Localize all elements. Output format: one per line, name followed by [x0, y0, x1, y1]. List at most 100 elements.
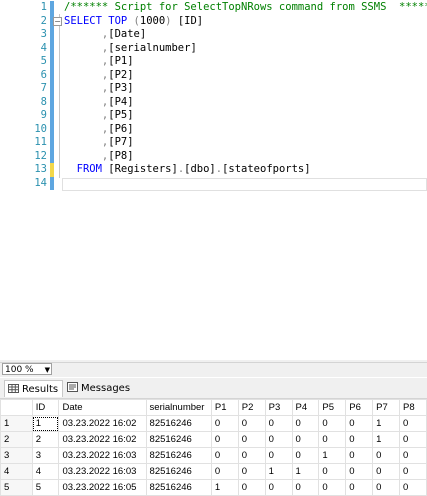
row-number-cell[interactable]: 1 [0, 415, 33, 432]
table-cell[interactable]: 82516246 [145, 415, 212, 432]
table-cell[interactable]: 03.23.2022 16:02 [58, 431, 147, 448]
table-cell[interactable]: 0 [345, 447, 374, 464]
row-number-cell[interactable]: 2 [0, 431, 33, 448]
code-line[interactable]: 8 ,[P4] [0, 95, 427, 109]
table-cell[interactable]: 0 [345, 479, 374, 496]
table-cell[interactable]: 82516246 [145, 463, 212, 480]
code-line[interactable]: 13 FROM [Registers].[dbo].[stateofports] [0, 163, 427, 177]
column-header[interactable]: P5 [318, 399, 347, 416]
query-editor[interactable]: 1 /****** Script for SelectTopNRows comma… [0, 0, 427, 360]
table-cell[interactable]: 0 [210, 415, 239, 432]
table-cell[interactable]: 03.23.2022 16:03 [58, 463, 147, 480]
column-header[interactable]: P1 [210, 399, 239, 416]
code-line[interactable]: 1 /****** Script for SelectTopNRows comma… [0, 1, 427, 15]
table-cell[interactable]: 0 [399, 447, 427, 464]
tab-messages[interactable]: Messages [64, 380, 134, 397]
table-cell[interactable]: 1 [210, 479, 239, 496]
code-line[interactable]: 11 ,[P7] [0, 136, 427, 150]
code-line[interactable]: 6 ,[P2] [0, 68, 427, 82]
table-cell[interactable]: 0 [210, 431, 239, 448]
column-header[interactable]: P6 [345, 399, 374, 416]
table-cell[interactable]: 0 [399, 415, 427, 432]
table-cell[interactable]: 0 [291, 479, 320, 496]
table-cell[interactable]: 3 [31, 447, 60, 464]
table-cell[interactable]: 4 [31, 463, 60, 480]
table-cell[interactable]: 03.23.2022 16:05 [58, 479, 147, 496]
code-line[interactable]: 2− SELECT TOP (1000) [ID] [0, 14, 427, 28]
table-cell[interactable]: 5 [31, 479, 60, 496]
column-header[interactable]: ID [31, 399, 60, 416]
table-cell[interactable]: 0 [318, 431, 347, 448]
table-cell[interactable]: 0 [399, 479, 427, 496]
table-cell[interactable]: 03.23.2022 16:02 [58, 415, 147, 432]
code-line[interactable]: 3 ,[Date] [0, 28, 427, 42]
table-cell[interactable]: 0 [399, 463, 427, 480]
table-row[interactable]: 1 1 03.23.2022 16:02 82516246 0 0 0 0 0 0 1 0 [0, 415, 427, 432]
results-grid[interactable]: ID Date serialnumber P1 P2 P3 P4 P5 P6 P7 P8 1 1 03.… [0, 399, 427, 496]
table-cell[interactable]: 0 [318, 479, 347, 496]
table-cell[interactable]: 0 [372, 447, 401, 464]
column-header[interactable]: serialnumber [145, 399, 212, 416]
tab-results[interactable]: Results [4, 380, 64, 397]
code-line[interactable]: 9 ,[P5] [0, 109, 427, 123]
row-number-cell[interactable]: 4 [0, 463, 33, 480]
table-cell[interactable]: 0 [237, 431, 266, 448]
table-cell[interactable]: 1 [264, 463, 293, 480]
table-cell[interactable]: 0 [210, 463, 239, 480]
table-cell[interactable]: 1 [372, 431, 401, 448]
table-cell[interactable]: 0 [237, 447, 266, 464]
code-line[interactable]: 7 ,[P3] [0, 82, 427, 96]
collapse-toggle-icon[interactable]: − [53, 16, 62, 26]
table-cell[interactable]: 82516246 [145, 431, 212, 448]
zoom-select[interactable]: 100 % ▼ [2, 363, 52, 375]
table-cell[interactable]: 1 [318, 447, 347, 464]
column-header[interactable]: P4 [291, 399, 320, 416]
table-cell[interactable]: 1 [291, 463, 320, 480]
row-number-cell[interactable]: 5 [0, 479, 33, 496]
table-row[interactable]: 2 2 03.23.2022 16:02 82516246 0 0 0 0 0 0 1 0 [0, 431, 427, 448]
table-cell[interactable]: 1 [372, 415, 401, 432]
table-cell[interactable]: 0 [372, 463, 401, 480]
table-row[interactable]: 3 3 03.23.2022 16:03 82516246 0 0 0 0 1 0 0 0 [0, 447, 427, 464]
table-cell[interactable]: 0 [264, 479, 293, 496]
table-cell[interactable]: 0 [264, 415, 293, 432]
table-cell[interactable]: 0 [264, 431, 293, 448]
row-number-cell[interactable]: 3 [0, 447, 33, 464]
table-cell[interactable]: 2 [31, 431, 60, 448]
code-line[interactable]: 14 [0, 176, 427, 190]
table-cell[interactable]: 0 [318, 415, 347, 432]
table-cell[interactable]: 0 [372, 479, 401, 496]
table-cell[interactable]: 0 [345, 431, 374, 448]
change-marker [50, 68, 54, 82]
table-cell[interactable]: 1 [31, 415, 60, 432]
table-cell[interactable]: 03.23.2022 16:03 [58, 447, 147, 464]
table-cell[interactable]: 0 [237, 479, 266, 496]
table-row[interactable]: 5 5 03.23.2022 16:05 82516246 1 0 0 0 0 0 0 0 [0, 479, 427, 496]
table-cell[interactable]: 0 [237, 415, 266, 432]
table-cell[interactable]: 82516246 [145, 479, 212, 496]
table-cell[interactable]: 0 [345, 415, 374, 432]
table-cell[interactable]: 82516246 [145, 447, 212, 464]
code-line[interactable]: 12 ,[P8] [0, 149, 427, 163]
table-cell[interactable]: 0 [291, 431, 320, 448]
table-cell[interactable]: 0 [399, 431, 427, 448]
table-cell[interactable]: 0 [210, 447, 239, 464]
table-cell[interactable]: 0 [318, 463, 347, 480]
column-header[interactable]: P2 [237, 399, 266, 416]
chevron-down-icon[interactable]: ▼ [45, 364, 50, 376]
table-cell[interactable]: 0 [237, 463, 266, 480]
code-line[interactable]: 5 ,[P1] [0, 55, 427, 69]
table-cell[interactable]: 0 [291, 447, 320, 464]
code-line[interactable]: 10 ,[P6] [0, 122, 427, 136]
table-cell[interactable]: 0 [291, 415, 320, 432]
code-token: [P5] [108, 109, 134, 121]
table-cell[interactable]: 0 [345, 463, 374, 480]
column-header[interactable]: P7 [372, 399, 401, 416]
column-header[interactable]: Date [58, 399, 147, 416]
column-header[interactable] [0, 399, 33, 416]
code-line[interactable]: 4 ,[serialnumber] [0, 41, 427, 55]
table-row[interactable]: 4 4 03.23.2022 16:03 82516246 0 0 1 1 0 0 0 0 [0, 463, 427, 480]
column-header[interactable]: P8 [399, 399, 427, 416]
table-cell[interactable]: 0 [264, 447, 293, 464]
column-header[interactable]: P3 [264, 399, 293, 416]
